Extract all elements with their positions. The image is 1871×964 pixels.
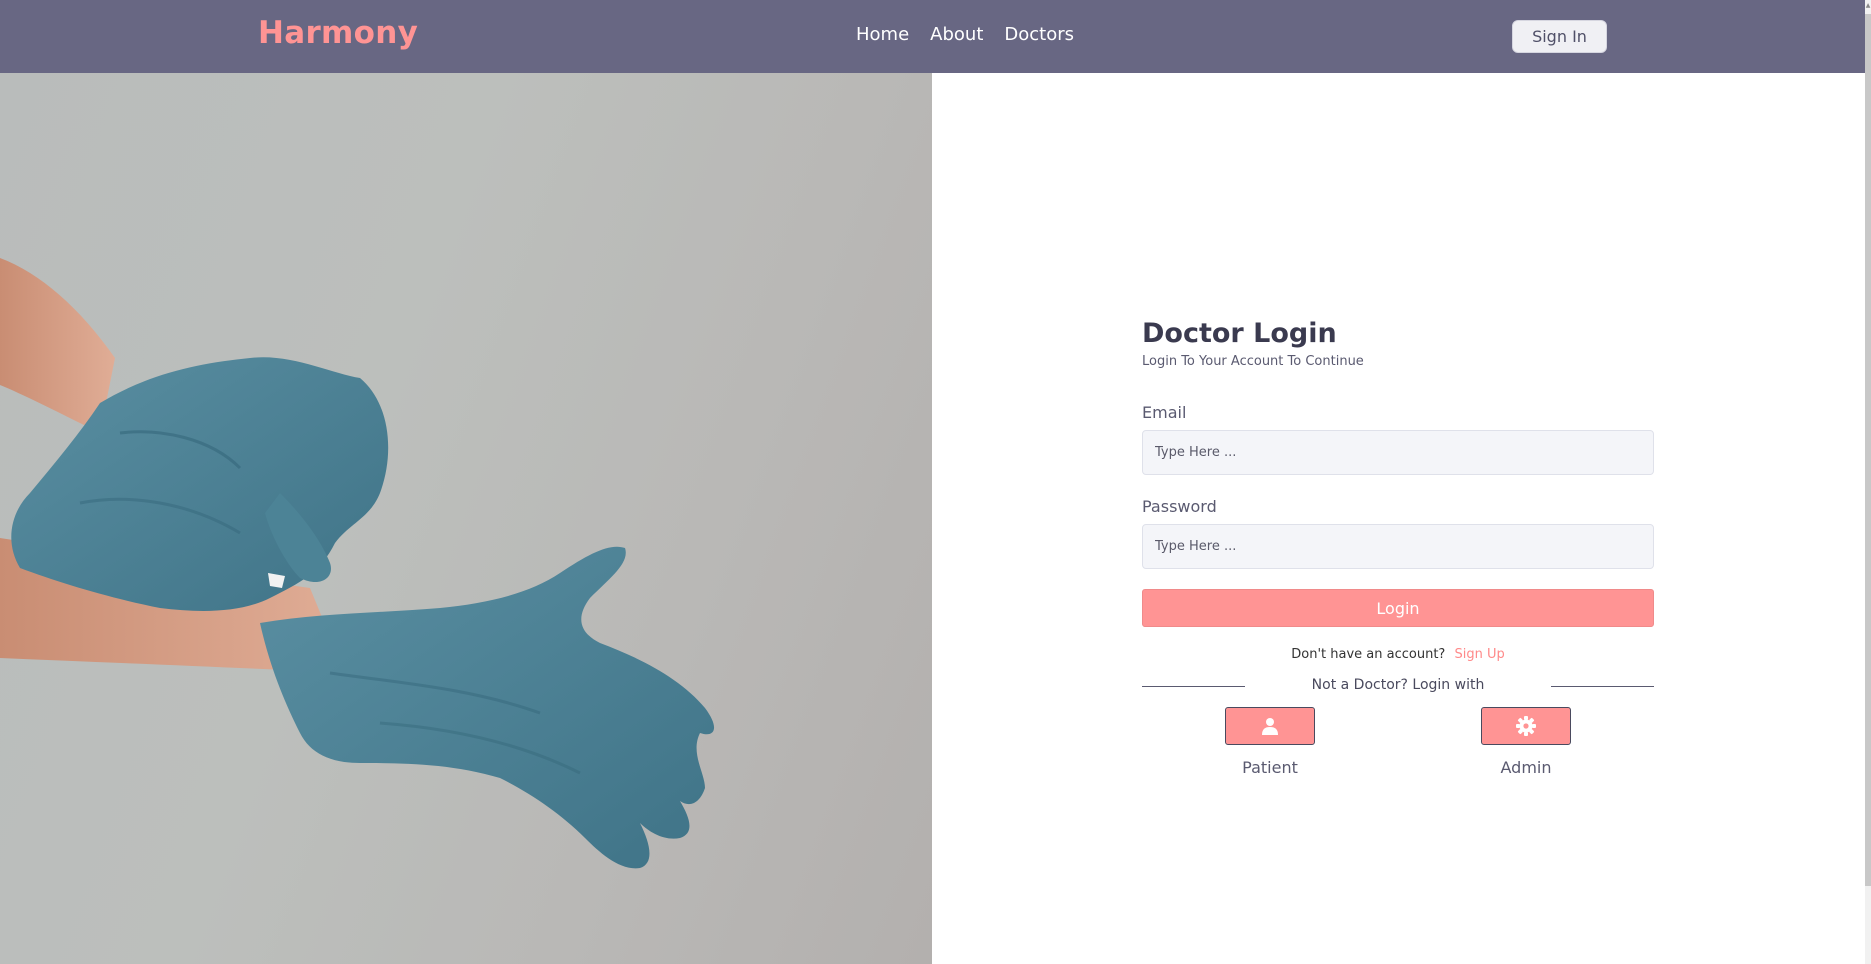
top-navbar: Harmony Home About Doctors Sign In	[0, 0, 1865, 73]
sign-in-button[interactable]: Sign In	[1512, 20, 1607, 53]
login-button[interactable]: Login	[1142, 589, 1654, 627]
nav-link-about[interactable]: About	[930, 24, 983, 45]
divider-line-right	[1551, 686, 1654, 687]
signup-row: Don't have an account? Sign Up	[1142, 647, 1654, 662]
patient-login-option: Patient	[1225, 707, 1315, 777]
sign-up-link[interactable]: Sign Up	[1454, 647, 1504, 662]
brand-logo[interactable]: Harmony	[258, 15, 418, 51]
password-input[interactable]	[1142, 524, 1654, 569]
gloved-hands-illustration	[0, 258, 715, 869]
user-icon	[1262, 718, 1278, 735]
no-account-text: Don't have an account?	[1291, 647, 1446, 662]
scrollbar[interactable]: ▲	[1865, 0, 1871, 964]
doctor-login-form: Doctor Login Login To Your Account To Co…	[1142, 318, 1654, 782]
login-title: Doctor Login	[1142, 318, 1337, 349]
scrollbar-thumb[interactable]	[1865, 14, 1871, 886]
nav-links: Home About Doctors	[856, 24, 1074, 45]
nav-link-doctors[interactable]: Doctors	[1004, 24, 1074, 45]
alt-login-options: Patient Admin	[1142, 707, 1654, 782]
scroll-up-arrow-icon[interactable]: ▲	[1865, 2, 1871, 10]
gear-icon	[1516, 716, 1536, 736]
patient-login-button[interactable]	[1225, 707, 1315, 745]
login-subtitle: Login To Your Account To Continue	[1142, 354, 1364, 369]
patient-label: Patient	[1242, 758, 1298, 777]
nav-link-home[interactable]: Home	[856, 24, 909, 45]
email-label: Email	[1142, 403, 1187, 422]
divider-text: Not a Doctor? Login with	[1311, 677, 1485, 693]
email-input[interactable]	[1142, 430, 1654, 475]
admin-label: Admin	[1500, 758, 1552, 777]
admin-login-button[interactable]	[1481, 707, 1571, 745]
admin-login-option: Admin	[1481, 707, 1571, 777]
password-label: Password	[1142, 497, 1217, 516]
hero-photo-gloved-hands	[0, 73, 932, 964]
alt-login-divider: Not a Doctor? Login with	[1142, 677, 1654, 695]
